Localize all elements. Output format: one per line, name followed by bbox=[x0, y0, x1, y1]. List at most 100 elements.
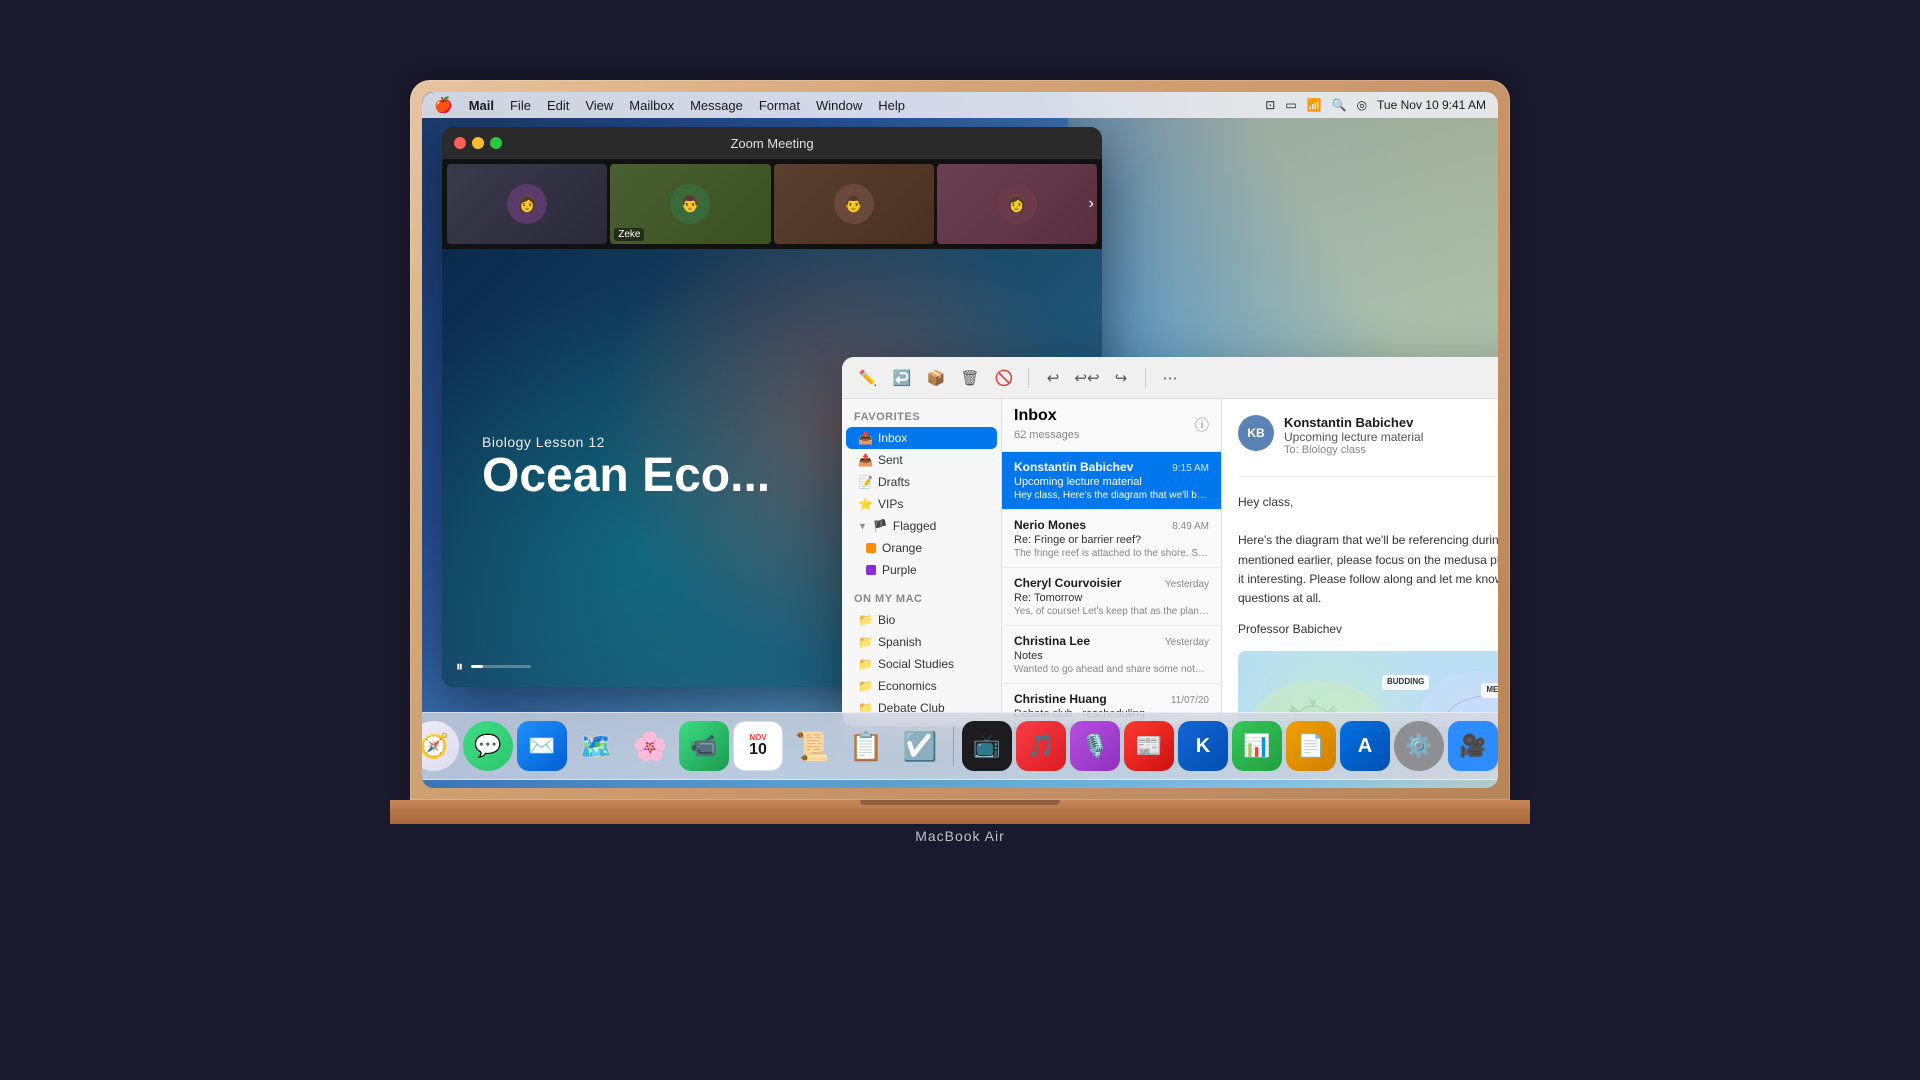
pause-button[interactable]: ⏸ bbox=[456, 658, 463, 675]
sender-avatar: KB bbox=[1238, 415, 1274, 451]
sidebar-flagged[interactable]: ▼ 🏴 Flagged bbox=[846, 515, 997, 537]
sidebar-spanish[interactable]: 📁 Spanish bbox=[846, 631, 997, 653]
dock-notes-script[interactable]: 📜 bbox=[787, 721, 837, 771]
mail-item-4[interactable]: Christina Lee Yesterday Notes Wanted to … bbox=[1002, 626, 1221, 684]
spanish-label: Spanish bbox=[878, 635, 921, 649]
airplay-icon[interactable]: ⊡ bbox=[1265, 98, 1275, 112]
sidebar-social-studies[interactable]: 📁 Social Studies bbox=[846, 653, 997, 675]
menu-mailbox[interactable]: Mailbox bbox=[629, 98, 674, 113]
inbox-title-text: Inbox bbox=[1014, 407, 1057, 424]
dock-safari[interactable]: 🧭 bbox=[422, 721, 459, 771]
body-text: Here's the diagram that we'll be referen… bbox=[1238, 531, 1498, 608]
close-button[interactable] bbox=[454, 137, 466, 149]
dock-zoom[interactable]: 🎥 bbox=[1448, 721, 1498, 771]
reply-button[interactable]: ↩️ bbox=[888, 364, 916, 392]
minimize-button[interactable] bbox=[472, 137, 484, 149]
menu-file[interactable]: File bbox=[510, 98, 531, 113]
mail-toolbar: ✏️ ↩️ 📦 🗑 🚫 ↩ ↩↩ ↪ ⋯ 🔍 bbox=[842, 357, 1498, 399]
orange-label: Orange bbox=[882, 541, 922, 555]
menu-help[interactable]: Help bbox=[878, 98, 905, 113]
dock-calendar[interactable]: NOV 10 bbox=[733, 721, 783, 771]
wifi-icon[interactable]: 📶 bbox=[1307, 98, 1322, 112]
participant-name-zeke: Zeke bbox=[614, 228, 644, 241]
mail-item-1[interactable]: Konstantin Babichev 9:15 AM Upcoming lec… bbox=[1002, 452, 1221, 510]
system-preferences-icon: ⚙️ bbox=[1405, 733, 1432, 759]
zoom-participants-strip: 👩 👨 Zeke 👨 👩 › bbox=[442, 159, 1102, 249]
dock-numbers[interactable]: 📊 bbox=[1232, 721, 1282, 771]
detail-sender-row: KB Konstantin Babichev Upcoming lecture … bbox=[1238, 415, 1498, 456]
sender-4: Christina Lee bbox=[1014, 634, 1090, 648]
signature: Professor Babichev bbox=[1238, 620, 1498, 639]
more-button[interactable]: ⋯ bbox=[1156, 364, 1184, 392]
junk-button[interactable]: 🚫 bbox=[990, 364, 1018, 392]
archive-button[interactable]: 📦 bbox=[922, 364, 950, 392]
mail-item-3[interactable]: Cheryl Courvoisier Yesterday Re: Tomorro… bbox=[1002, 568, 1221, 626]
subject-2: Re: Fringe or barrier reef? bbox=[1014, 534, 1209, 546]
maximize-button[interactable] bbox=[490, 137, 502, 149]
dock-notes[interactable]: 📋 bbox=[841, 721, 891, 771]
drafts-label: Drafts bbox=[878, 475, 910, 489]
dock-facetime[interactable]: 📹 bbox=[679, 721, 729, 771]
menu-edit[interactable]: Edit bbox=[547, 98, 569, 113]
sidebar-economics[interactable]: 📁 Economics bbox=[846, 675, 997, 697]
dock-system-preferences[interactable]: ⚙️ bbox=[1394, 721, 1444, 771]
mail-item-2[interactable]: Nerio Mones 8:49 AM Re: Fringe or barrie… bbox=[1002, 510, 1221, 568]
notes-icon: 📋 bbox=[849, 730, 884, 763]
dock-mail[interactable]: ✉️ bbox=[517, 721, 567, 771]
trash-button[interactable]: 🗑 bbox=[956, 364, 984, 392]
progress-bar[interactable] bbox=[471, 665, 531, 668]
sidebar-vips[interactable]: ⭐ VIPs bbox=[846, 493, 997, 515]
menu-window[interactable]: Window bbox=[816, 98, 862, 113]
zoom-playback-controls[interactable]: ⏸ bbox=[456, 658, 531, 675]
sidebar-bio[interactable]: 📁 Bio bbox=[846, 609, 997, 631]
forward-button[interactable]: ↪ bbox=[1107, 364, 1135, 392]
search-icon[interactable]: 🔍 bbox=[1332, 98, 1347, 112]
dock-pages[interactable]: 📄 bbox=[1286, 721, 1336, 771]
screen: 🍎 Mail File Edit View Mailbox Message Fo… bbox=[422, 92, 1498, 788]
photos-icon: 🌸 bbox=[633, 730, 668, 763]
sidebar-drafts[interactable]: 📝 Drafts bbox=[846, 471, 997, 493]
menu-view[interactable]: View bbox=[585, 98, 613, 113]
apple-menu[interactable]: 🍎 bbox=[434, 96, 453, 114]
news-icon: 📰 bbox=[1135, 733, 1162, 759]
mail-window[interactable]: ✏️ ↩️ 📦 🗑 🚫 ↩ ↩↩ ↪ ⋯ 🔍 bbox=[842, 357, 1498, 727]
dock-photos[interactable]: 🌸 bbox=[625, 721, 675, 771]
battery-icon[interactable]: ▭ bbox=[1285, 98, 1296, 112]
favorites-header: Favorites bbox=[842, 407, 1001, 427]
participant-2: 👨 Zeke bbox=[610, 164, 770, 244]
inbox-info-icon[interactable]: ⓘ bbox=[1195, 415, 1209, 435]
macbook-base: MacBook Air bbox=[390, 800, 1530, 824]
drafts-icon: 📝 bbox=[858, 475, 872, 489]
mail-list-header: Inbox 62 messages ⓘ bbox=[1002, 399, 1221, 452]
facetime-icon: 📹 bbox=[690, 733, 717, 759]
inbox-count: 62 messages bbox=[1014, 429, 1079, 441]
sender-2: Nerio Mones bbox=[1014, 518, 1086, 532]
medusa-label: MEDUSA bbox=[1481, 683, 1498, 698]
dock-news[interactable]: 📰 bbox=[1124, 721, 1174, 771]
screen-bezel: 🍎 Mail File Edit View Mailbox Message Fo… bbox=[422, 92, 1498, 788]
reply-single-button[interactable]: ↩ bbox=[1039, 364, 1067, 392]
reply-all-button[interactable]: ↩↩ bbox=[1073, 364, 1101, 392]
dock-podcasts[interactable]: 🎙️ bbox=[1070, 721, 1120, 771]
menu-format[interactable]: Format bbox=[759, 98, 800, 113]
siri-icon[interactable]: ◎ bbox=[1357, 98, 1367, 112]
dock-music[interactable]: 🎵 bbox=[1016, 721, 1066, 771]
time-5: 11/07/20 bbox=[1171, 695, 1209, 706]
compose-button[interactable]: ✏️ bbox=[854, 364, 882, 392]
menu-message[interactable]: Message bbox=[690, 98, 743, 113]
dock-apple-tv[interactable]: 📺 bbox=[962, 721, 1012, 771]
dock-keynote[interactable]: K bbox=[1178, 721, 1228, 771]
sidebar-inbox[interactable]: 📥 Inbox bbox=[846, 427, 997, 449]
sidebar-sent[interactable]: 📤 Sent bbox=[846, 449, 997, 471]
participants-chevron[interactable]: › bbox=[1089, 195, 1094, 213]
notes-script-icon: 📜 bbox=[795, 730, 830, 763]
dock-app-store[interactable]: A bbox=[1340, 721, 1390, 771]
economics-label: Economics bbox=[878, 679, 937, 693]
dock-reminders[interactable]: ☑️ bbox=[895, 721, 945, 771]
menu-mail[interactable]: Mail bbox=[469, 98, 494, 113]
dock-maps[interactable]: 🗺️ bbox=[571, 721, 621, 771]
dock-messages[interactable]: 💬 bbox=[463, 721, 513, 771]
maps-icon: 🗺️ bbox=[579, 730, 614, 763]
sidebar-purple[interactable]: Purple bbox=[846, 559, 997, 581]
sidebar-orange[interactable]: Orange bbox=[846, 537, 997, 559]
